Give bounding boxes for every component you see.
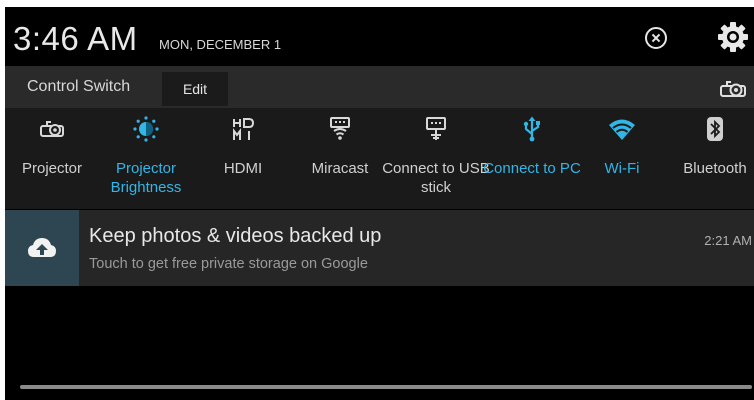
notification-time: 2:21 AM [704,233,752,248]
control-switch-label: Control Switch [27,78,131,95]
notification-icon-box [5,210,79,286]
cloud-upload-icon [28,238,56,257]
edit-button[interactable]: Edit [162,72,228,106]
date: MON, DECEMBER 1 [159,37,282,52]
clear-notifications-icon[interactable] [645,27,667,49]
notification-backup[interactable]: Keep photos & videos backed up Touch to … [5,210,754,286]
notification-shade: 3:46 AM MON, DECEMBER 1 Control Switch E… [5,7,754,400]
quick-settings-tiles: Projector Projector Brightness HDMI Mira… [5,108,754,209]
usb-icon [523,116,540,142]
tile-connect-usb-stick[interactable]: Connect to USB stick [382,108,490,209]
bluetooth-icon [707,117,723,141]
tile-label: Miracast [311,160,369,177]
wifi-icon [609,119,635,140]
tile-label: HDMI [223,160,263,177]
notification-title: Keep photos & videos backed up [89,225,382,247]
tile-label: Connect to USB stick [382,160,490,196]
tile-miracast[interactable]: Miracast [295,108,385,209]
tile-projector[interactable]: Projector [7,108,97,209]
tile-hdmi[interactable]: HDMI [198,108,288,209]
control-switch-bar: Control Switch Edit [5,66,754,108]
tile-label: Bluetooth [683,160,747,177]
brightness-icon [133,116,159,142]
shade-drag-handle[interactable] [20,385,752,389]
tile-label: Projector Brightness [110,160,182,196]
clock: 3:46 AM [13,20,138,57]
projector-icon [40,121,64,137]
projector-icon[interactable] [719,78,747,98]
tile-projector-brightness[interactable]: Projector Brightness [101,108,191,209]
miracast-icon [330,117,350,140]
tile-bluetooth[interactable]: Bluetooth [670,108,754,209]
hdmi-icon [233,118,255,140]
notification-text: Touch to get free private storage on Goo… [89,256,368,272]
tile-wifi[interactable]: Wi-Fi [577,108,667,209]
usb-stick-icon [426,117,446,140]
status-header: 3:46 AM MON, DECEMBER 1 [5,7,754,66]
tile-connect-pc[interactable]: Connect to PC [483,108,581,209]
settings-gear-icon[interactable] [717,21,749,53]
